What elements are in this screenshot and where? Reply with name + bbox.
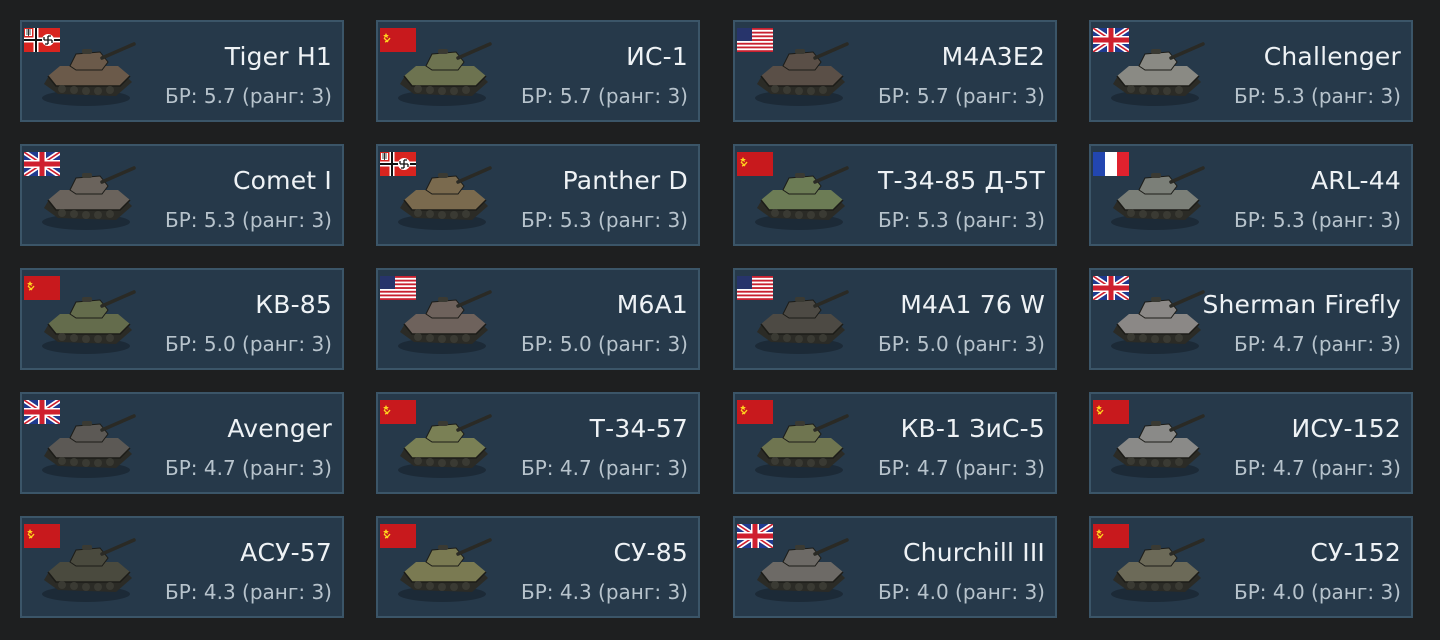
vehicle-name: M4A3E2 <box>941 42 1045 71</box>
vehicle-name: ИС-1 <box>626 42 688 71</box>
tank-icon <box>386 156 498 236</box>
vehicle-name: Т-34-57 <box>589 414 688 443</box>
vehicle-name: M6A1 <box>616 290 688 319</box>
vehicle-name: Sherman Firefly <box>1202 290 1401 319</box>
vehicle-name: Challenger <box>1263 42 1401 71</box>
battle-rating: БР: 5.7 (ранг: 3) <box>877 84 1045 108</box>
tank-icon <box>30 280 142 360</box>
vehicle-name: Churchill III <box>903 538 1045 567</box>
vehicle-card-12[interactable]: Sherman Firefly БР: 4.7 (ранг: 3) <box>1089 268 1413 370</box>
battle-rating: БР: 5.0 (ранг: 3) <box>520 332 688 356</box>
tank-icon <box>30 404 142 484</box>
battle-rating: БР: 4.7 (ранг: 3) <box>877 456 1045 480</box>
vehicle-card-10[interactable]: M6A1 БР: 5.0 (ранг: 3) <box>376 268 700 370</box>
tank-icon <box>743 528 855 608</box>
battle-rating: БР: 4.3 (ранг: 3) <box>164 580 332 604</box>
tank-icon <box>743 280 855 360</box>
battle-rating: БР: 5.3 (ранг: 3) <box>164 208 332 232</box>
vehicle-card-9[interactable]: КВ-85 БР: 5.0 (ранг: 3) <box>20 268 344 370</box>
vehicle-card-6[interactable]: Panther D БР: 5.3 (ранг: 3) <box>376 144 700 246</box>
battle-rating: БР: 4.7 (ранг: 3) <box>520 456 688 480</box>
battle-rating: БР: 5.0 (ранг: 3) <box>877 332 1045 356</box>
tank-icon <box>1099 528 1211 608</box>
vehicle-name: КВ-1 ЗиС-5 <box>900 414 1045 443</box>
vehicle-card-5[interactable]: Comet I БР: 5.3 (ранг: 3) <box>20 144 344 246</box>
battle-rating: БР: 5.3 (ранг: 3) <box>1233 84 1401 108</box>
vehicle-card-19[interactable]: Churchill III БР: 4.0 (ранг: 3) <box>733 516 1057 618</box>
battle-rating: БР: 5.7 (ранг: 3) <box>520 84 688 108</box>
tank-icon <box>386 280 498 360</box>
battle-rating: БР: 5.7 (ранг: 3) <box>164 84 332 108</box>
tank-icon <box>743 404 855 484</box>
battle-rating: БР: 4.7 (ранг: 3) <box>1233 456 1401 480</box>
vehicle-card-16[interactable]: ИСУ-152 БР: 4.7 (ранг: 3) <box>1089 392 1413 494</box>
vehicle-card-2[interactable]: ИС-1 БР: 5.7 (ранг: 3) <box>376 20 700 122</box>
vehicle-card-8[interactable]: ARL-44 БР: 5.3 (ранг: 3) <box>1089 144 1413 246</box>
battle-rating: БР: 5.3 (ранг: 3) <box>1233 208 1401 232</box>
vehicle-card-17[interactable]: АСУ-57 БР: 4.3 (ранг: 3) <box>20 516 344 618</box>
tank-icon <box>386 32 498 112</box>
vehicle-name: Tiger H1 <box>224 42 332 71</box>
tank-icon <box>1099 32 1211 112</box>
vehicle-name: СУ-85 <box>613 538 688 567</box>
tank-icon <box>386 404 498 484</box>
vehicle-name: Avenger <box>227 414 332 443</box>
vehicle-card-15[interactable]: КВ-1 ЗиС-5 БР: 4.7 (ранг: 3) <box>733 392 1057 494</box>
vehicle-name: СУ-152 <box>1310 538 1401 567</box>
vehicle-name: Panther D <box>562 166 688 195</box>
vehicle-name: АСУ-57 <box>240 538 332 567</box>
tank-icon <box>743 156 855 236</box>
tank-icon <box>1099 280 1211 360</box>
vehicle-name: КВ-85 <box>255 290 332 319</box>
battle-rating: БР: 4.3 (ранг: 3) <box>520 580 688 604</box>
tank-icon <box>1099 404 1211 484</box>
vehicle-card-7[interactable]: Т-34-85 Д-5Т БР: 5.3 (ранг: 3) <box>733 144 1057 246</box>
vehicle-card-14[interactable]: Т-34-57 БР: 4.7 (ранг: 3) <box>376 392 700 494</box>
vehicle-card-11[interactable]: M4A1 76 W БР: 5.0 (ранг: 3) <box>733 268 1057 370</box>
vehicle-name: Т-34-85 Д-5Т <box>877 166 1045 195</box>
battle-rating: БР: 4.0 (ранг: 3) <box>877 580 1045 604</box>
vehicle-name: ИСУ-152 <box>1291 414 1401 443</box>
battle-rating: БР: 5.3 (ранг: 3) <box>877 208 1045 232</box>
vehicle-grid: Tiger H1 БР: 5.7 (ранг: 3) ИС-1 БР: 5.7 … <box>0 0 1440 640</box>
vehicle-name: ARL-44 <box>1311 166 1401 195</box>
vehicle-card-4[interactable]: Challenger БР: 5.3 (ранг: 3) <box>1089 20 1413 122</box>
battle-rating: БР: 5.0 (ранг: 3) <box>164 332 332 356</box>
tank-icon <box>386 528 498 608</box>
battle-rating: БР: 4.0 (ранг: 3) <box>1233 580 1401 604</box>
vehicle-card-3[interactable]: M4A3E2 БР: 5.7 (ранг: 3) <box>733 20 1057 122</box>
vehicle-name: Comet I <box>232 166 332 195</box>
vehicle-card-1[interactable]: Tiger H1 БР: 5.7 (ранг: 3) <box>20 20 344 122</box>
tank-icon <box>30 528 142 608</box>
vehicle-name: M4A1 76 W <box>900 290 1045 319</box>
tank-icon <box>30 32 142 112</box>
tank-icon <box>30 156 142 236</box>
tank-icon <box>743 32 855 112</box>
battle-rating: БР: 4.7 (ранг: 3) <box>1233 332 1401 356</box>
battle-rating: БР: 5.3 (ранг: 3) <box>520 208 688 232</box>
vehicle-card-20[interactable]: СУ-152 БР: 4.0 (ранг: 3) <box>1089 516 1413 618</box>
vehicle-card-18[interactable]: СУ-85 БР: 4.3 (ранг: 3) <box>376 516 700 618</box>
vehicle-card-13[interactable]: Avenger БР: 4.7 (ранг: 3) <box>20 392 344 494</box>
battle-rating: БР: 4.7 (ранг: 3) <box>164 456 332 480</box>
tank-icon <box>1099 156 1211 236</box>
